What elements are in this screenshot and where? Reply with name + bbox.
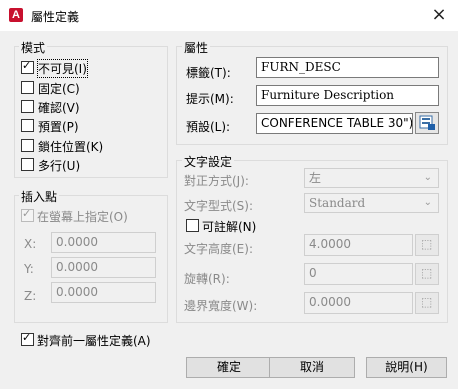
specify-on-screen-checkbox[interactable] xyxy=(21,207,34,222)
boundary-width-pick-button[interactable] xyxy=(415,292,439,314)
attribute-legend: 屬性 xyxy=(182,39,211,56)
tag-label: 標籤(T): xyxy=(186,66,231,80)
invisible-label[interactable]: 不可見(I) xyxy=(37,59,88,78)
text-style-value: Standard xyxy=(309,196,366,210)
align-below-checkbox[interactable] xyxy=(21,331,34,346)
x-label: X: xyxy=(24,237,37,251)
text-height-pick-button[interactable] xyxy=(415,234,439,256)
chevron-down-icon: ⌄ xyxy=(423,197,432,208)
justification-value: 左 xyxy=(309,171,322,185)
justification-label: 對正方式(J): xyxy=(184,174,249,188)
insert-field-icon xyxy=(419,115,435,130)
align-below-label[interactable]: 對齊前一屬性定義(A) xyxy=(37,332,151,349)
text-style-dropdown[interactable]: Standard ⌄ xyxy=(304,193,439,213)
window-title: 屬性定義 xyxy=(31,10,80,24)
rotation-label: 旋轉(R): xyxy=(184,272,230,286)
rotation-pick-button[interactable] xyxy=(415,263,439,285)
ok-button[interactable]: 確定 xyxy=(186,357,272,378)
verify-label[interactable]: 確認(V) xyxy=(38,99,80,116)
z-label: Z: xyxy=(24,289,37,303)
lock-position-checkbox[interactable] xyxy=(21,139,34,152)
autocad-logo-icon: A xyxy=(9,8,23,22)
preset-label[interactable]: 預置(P) xyxy=(38,118,79,135)
prompt-label: 提示(M): xyxy=(186,92,234,106)
close-icon[interactable]: × xyxy=(424,2,454,28)
z-field[interactable]: 0.0000 xyxy=(51,282,156,303)
tag-field[interactable]: FURN_DESC xyxy=(256,57,439,78)
cancel-button[interactable]: 取消 xyxy=(269,357,355,378)
lock-position-label[interactable]: 鎖住位置(K) xyxy=(38,138,103,155)
rotation-field[interactable]: 0 xyxy=(304,263,413,285)
text-settings-legend: 文字設定 xyxy=(182,153,235,170)
chevron-down-icon: ⌄ xyxy=(423,172,432,183)
mode-legend: 模式 xyxy=(19,39,48,56)
boundary-width-label: 邊界寬度(W): xyxy=(184,299,258,313)
default-field[interactable]: CONFERENCE TABLE 30") xyxy=(256,113,413,134)
constant-checkbox[interactable] xyxy=(21,81,34,94)
boundary-width-field[interactable]: 0.0000 xyxy=(304,292,413,314)
constant-label[interactable]: 固定(C) xyxy=(38,80,80,97)
preset-checkbox[interactable] xyxy=(21,119,34,132)
multiline-label[interactable]: 多行(U) xyxy=(38,157,80,174)
y-field[interactable]: 0.0000 xyxy=(51,257,156,278)
multiline-checkbox[interactable] xyxy=(21,158,34,171)
prompt-field[interactable]: Furniture Description xyxy=(256,85,439,106)
insertion-point-legend: 插入點 xyxy=(19,188,60,205)
x-field[interactable]: 0.0000 xyxy=(51,232,156,253)
insert-field-button[interactable] xyxy=(415,112,439,134)
verify-checkbox[interactable] xyxy=(21,100,34,113)
default-label: 預設(L): xyxy=(186,120,231,134)
invisible-checkbox[interactable] xyxy=(21,59,34,74)
text-height-field[interactable]: 4.0000 xyxy=(304,234,413,256)
text-style-label: 文字型式(S): xyxy=(184,199,254,213)
specify-on-screen-label[interactable]: 在螢幕上指定(O) xyxy=(37,208,128,225)
text-height-label: 文字高度(E): xyxy=(184,242,253,256)
justification-dropdown[interactable]: 左 ⌄ xyxy=(304,168,439,188)
y-label: Y: xyxy=(24,262,34,276)
help-button[interactable]: 說明(H) xyxy=(366,357,447,378)
annotative-checkbox[interactable] xyxy=(186,219,199,232)
annotative-label[interactable]: 可註解(N) xyxy=(202,218,256,235)
